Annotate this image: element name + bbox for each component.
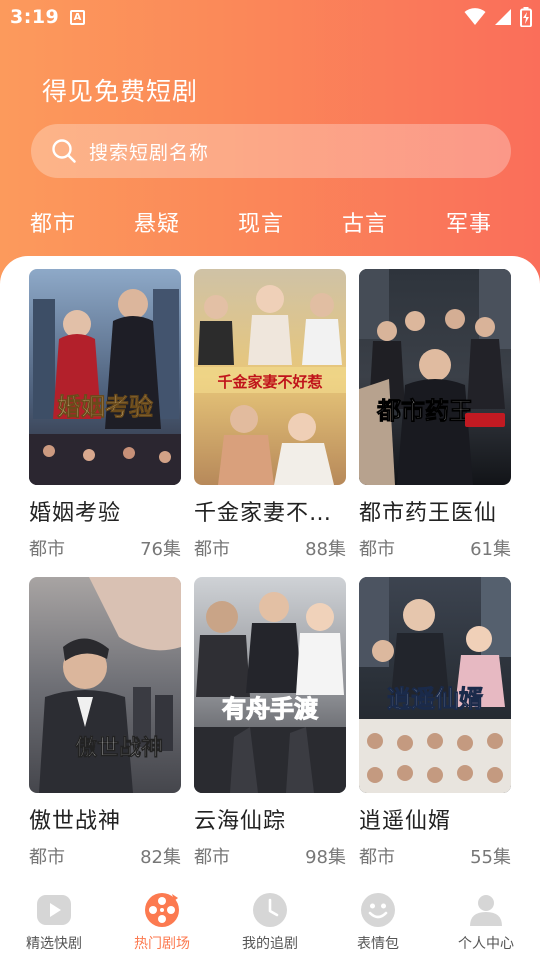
status-bar: 3:19 A: [0, 0, 540, 36]
battery-icon: [520, 7, 532, 27]
tab-category-1[interactable]: 都市: [30, 206, 76, 238]
drama-grid-panel: 婚姻考验 婚姻考验 都市 76集 千金家妻不好惹 千金家妻不好… 都市 88集 …: [0, 256, 540, 886]
drama-poster[interactable]: 逍遥仙婿: [359, 577, 511, 793]
drama-poster[interactable]: 有舟手渡: [194, 577, 346, 793]
drama-poster[interactable]: 傲世战神: [29, 577, 181, 793]
category-tabs: 都市 悬疑 现言 古言 军事: [0, 200, 540, 244]
tab-category-3[interactable]: 现言: [238, 206, 284, 238]
drama-card[interactable]: 都市药王 都市药王医仙 都市 61集: [359, 269, 511, 561]
drama-card[interactable]: 婚姻考验 婚姻考验 都市 76集: [29, 269, 181, 561]
drama-episodes: 55集: [470, 847, 511, 868]
status-time: 3:19: [10, 6, 60, 28]
user-icon: [470, 895, 502, 926]
nav-label: 表情包: [357, 936, 399, 952]
status-icons: [464, 6, 532, 28]
smiley-icon: [361, 893, 395, 927]
bottom-nav: 精选快剧 热门剧场 我的追剧 表情包 个人中心: [0, 886, 540, 960]
poster-title-text: 有舟手渡: [222, 694, 319, 723]
nav-item-stickers[interactable]: 表情包: [324, 892, 432, 958]
drama-title: 云海仙踪: [194, 809, 287, 834]
poster-title-text: 傲世战神: [75, 735, 163, 761]
drama-meta: 都市 55集: [359, 843, 511, 869]
drama-poster[interactable]: 婚姻考验: [29, 269, 181, 485]
drama-meta: 都市 82集: [29, 843, 181, 869]
nav-item-featured[interactable]: 精选快剧: [0, 892, 108, 958]
notification-icon: A: [70, 10, 85, 25]
drama-episodes: 61集: [470, 539, 511, 560]
signal-icon: [495, 9, 511, 25]
nav-label: 我的追剧: [242, 936, 298, 952]
poster-title-text: 千金家妻不好惹: [217, 373, 322, 391]
drama-genre: 都市: [359, 539, 395, 560]
drama-genre: 都市: [359, 847, 395, 868]
poster-title-text: 都市药王: [376, 396, 473, 425]
drama-episodes: 88集: [305, 539, 346, 560]
tab-category-2[interactable]: 悬疑: [134, 206, 180, 238]
drama-poster[interactable]: 千金家妻不好惹: [194, 269, 346, 485]
drama-card[interactable]: 傲世战神 傲世战神 都市 82集: [29, 577, 181, 869]
drama-poster[interactable]: 都市药王: [359, 269, 511, 485]
drama-title: 千金家妻不好…: [194, 501, 346, 526]
nav-label: 热门剧场: [134, 936, 190, 952]
wifi-icon: [464, 8, 486, 25]
nav-item-profile[interactable]: 个人中心: [432, 892, 540, 958]
nav-item-theater[interactable]: 热门剧场: [108, 892, 216, 958]
drama-title: 逍遥仙婿: [359, 809, 452, 834]
search-placeholder: 搜索短剧名称: [89, 141, 210, 164]
drama-card[interactable]: 有舟手渡 云海仙踪 都市 98集: [194, 577, 346, 869]
drama-episodes: 82集: [140, 847, 181, 868]
clock-icon: [253, 893, 287, 927]
drama-card[interactable]: 千金家妻不好惹 千金家妻不好… 都市 88集: [194, 269, 346, 561]
drama-card[interactable]: 逍遥仙婿 逍遥仙婿 都市 55集: [359, 577, 511, 869]
play-icon: [37, 895, 71, 925]
tab-category-4[interactable]: 古言: [342, 206, 388, 238]
poster-title-text: 逍遥仙婿: [387, 684, 483, 713]
nav-label: 个人中心: [458, 936, 514, 952]
drama-episodes: 98集: [305, 847, 346, 868]
drama-title: 婚姻考验: [29, 501, 122, 526]
drama-title: 傲世战神: [29, 809, 122, 834]
drama-meta: 都市 76集: [29, 535, 181, 561]
poster-title-text: 婚姻考验: [57, 392, 153, 421]
film-reel-icon: [145, 893, 179, 927]
drama-genre: 都市: [194, 847, 230, 868]
drama-episodes: 76集: [140, 539, 181, 560]
drama-title: 都市药王医仙: [359, 501, 498, 526]
drama-meta: 都市 61集: [359, 535, 511, 561]
search-input[interactable]: 搜索短剧名称: [31, 124, 511, 178]
drama-genre: 都市: [194, 539, 230, 560]
tab-category-5[interactable]: 军事: [446, 206, 492, 238]
drama-meta: 都市 88集: [194, 535, 346, 561]
nav-item-following[interactable]: 我的追剧: [216, 892, 324, 958]
drama-genre: 都市: [29, 539, 65, 560]
drama-genre: 都市: [29, 847, 65, 868]
nav-label: 精选快剧: [26, 936, 82, 952]
drama-meta: 都市 98集: [194, 843, 346, 869]
app-title: 得见免费短剧: [42, 77, 199, 106]
search-icon: [52, 139, 76, 163]
